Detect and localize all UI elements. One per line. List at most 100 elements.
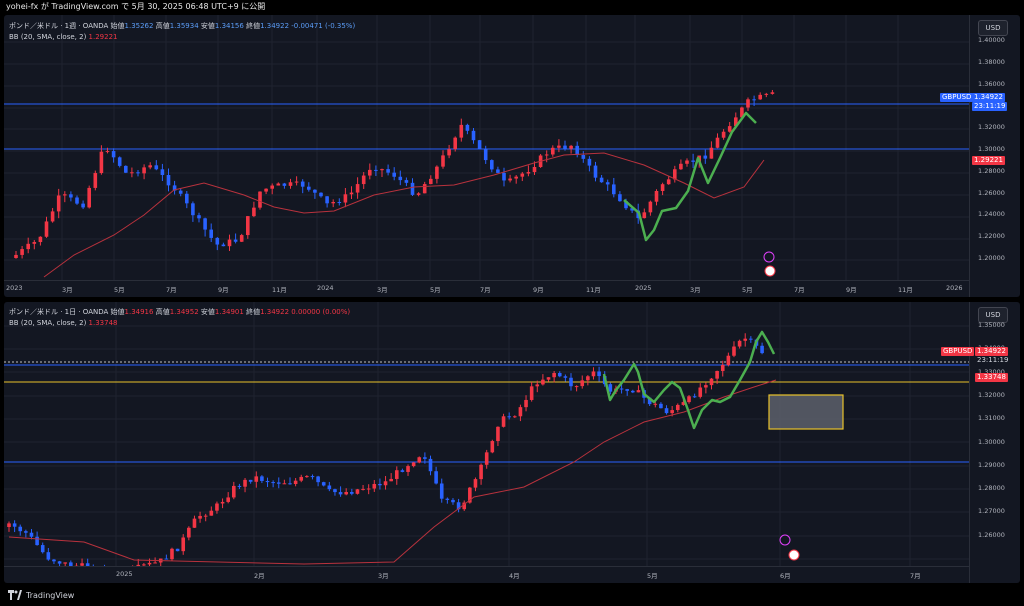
candle-body [325, 196, 329, 204]
candle-body [105, 151, 110, 153]
earnings-event-icon [763, 251, 775, 263]
candle-body [44, 221, 49, 237]
candle-body [350, 492, 354, 494]
time-tick: 5月 [742, 286, 753, 294]
candle-body [743, 338, 748, 341]
weekly-open-value: 1.35262 [124, 22, 154, 30]
us-flag-event-icon [788, 549, 800, 561]
candle-body [20, 249, 24, 255]
candle-body [631, 390, 635, 393]
tradingview-logo-icon [8, 590, 22, 600]
candle-body [239, 235, 244, 242]
candle-body [698, 387, 703, 397]
candle-body [52, 559, 56, 562]
time-tick: 7月 [910, 572, 921, 580]
candle-body [411, 462, 416, 467]
price-tick: 1.35000 [978, 321, 1005, 329]
candle-body [148, 165, 152, 168]
candle-body [203, 218, 207, 230]
time-tick: 5月 [114, 286, 125, 294]
daily-high-value: 1.34952 [169, 308, 199, 316]
candle-body [445, 498, 450, 500]
candle-body [612, 184, 616, 195]
time-tick: 3月 [377, 286, 388, 294]
candle-body [670, 410, 674, 414]
time-tick: 3月 [62, 286, 73, 294]
candle-body [715, 370, 719, 379]
candle-body [166, 175, 171, 186]
candle-body [355, 489, 360, 494]
price-tick: 1.30000 [978, 145, 1005, 153]
weekly-currency-button[interactable]: USD [978, 20, 1008, 36]
candle-body [276, 482, 281, 484]
candle-body [599, 177, 604, 183]
candle-body [625, 389, 629, 391]
candle-body [758, 94, 762, 100]
candle-body [552, 373, 556, 378]
candle-body [428, 458, 433, 472]
candle-body [520, 173, 525, 177]
candle-body [473, 479, 478, 488]
candle-body [535, 384, 540, 387]
candle-body [416, 193, 421, 195]
candle-body [154, 165, 159, 170]
candle-body [532, 166, 537, 173]
candle-body [264, 188, 268, 192]
candle-body [319, 192, 323, 197]
candle-body [288, 182, 293, 186]
candle-body [226, 497, 230, 502]
weekly-chart-pane[interactable]: ポンド／米ドル · 1週 · OANDA 始値1.35262 高値1.35934… [4, 15, 1020, 297]
candle-body [310, 476, 315, 478]
daily-close-value: 1.34922 [260, 308, 290, 316]
daily-price-tag: 1.34922 [975, 347, 1008, 356]
candle-body [333, 489, 337, 493]
candle-body [659, 403, 663, 409]
weekly-plot-area[interactable] [4, 15, 970, 281]
candle-body [252, 207, 256, 217]
candle-body [187, 527, 191, 538]
candle-body [524, 399, 528, 408]
candle-body [232, 485, 236, 498]
weekly-time-axis[interactable]: 2023 3月 5月 7月 9月 11月 2024 3月 5月 7月 9月 11月 2025 3月 5月 7月… [4, 280, 970, 297]
tradingview-logo[interactable]: TradingView [8, 590, 74, 600]
daily-bb-value: 1.33748 [88, 319, 118, 327]
time-tick: 3月 [378, 572, 389, 580]
time-tick: 9月 [218, 286, 229, 294]
candle-body [243, 479, 247, 487]
candle-body [429, 178, 433, 185]
candle-body [400, 470, 405, 472]
daily-countdown-tag: 23:11:19 [975, 356, 1011, 365]
candle-body [502, 172, 506, 181]
candle-body [170, 548, 174, 560]
weekly-bb-legend[interactable]: BB (20, SMA, close, 2) 1.29221 [9, 32, 118, 42]
candle-body [153, 562, 157, 564]
weekly-bb-value: 1.29221 [88, 33, 118, 41]
candle-body [732, 346, 736, 356]
candle-body [679, 163, 683, 170]
candle-body [331, 201, 335, 204]
time-tick: 2024 [317, 284, 334, 292]
daily-chart-pane[interactable]: ポンド／米ドル · 1日 · OANDA 始値1.34916 高値1.34952… [4, 302, 1020, 583]
daily-price-axis[interactable]: USD 1.350001.340001.330001.320001.310001… [969, 302, 1020, 583]
weekly-change-value: -0.00471 (-0.35%) [291, 22, 356, 30]
daily-bb-legend[interactable]: BB (20, SMA, close, 2) 1.33748 [9, 318, 118, 328]
candle-body [692, 396, 697, 398]
daily-plot-area[interactable] [4, 302, 970, 567]
candle-body [581, 155, 586, 159]
candle-body [50, 211, 55, 222]
time-tick: 9月 [846, 286, 857, 294]
candle-body [490, 160, 494, 170]
price-tick: 1.26000 [978, 188, 1005, 197]
time-tick: 11月 [272, 286, 287, 294]
time-tick: 7月 [166, 286, 177, 294]
candle-body [300, 181, 305, 187]
candle-body [593, 165, 598, 178]
candle-body [597, 371, 601, 377]
candle-body [361, 488, 365, 490]
daily-time-axis[interactable]: 2025 2月 3月 4月 5月 6月 7月 [4, 566, 970, 583]
candle-body [124, 165, 128, 173]
weekly-symbol-tag: GBPUSD [940, 93, 974, 102]
time-tick: 7月 [794, 286, 805, 294]
candle-body [265, 480, 270, 483]
candle-body [160, 169, 165, 176]
